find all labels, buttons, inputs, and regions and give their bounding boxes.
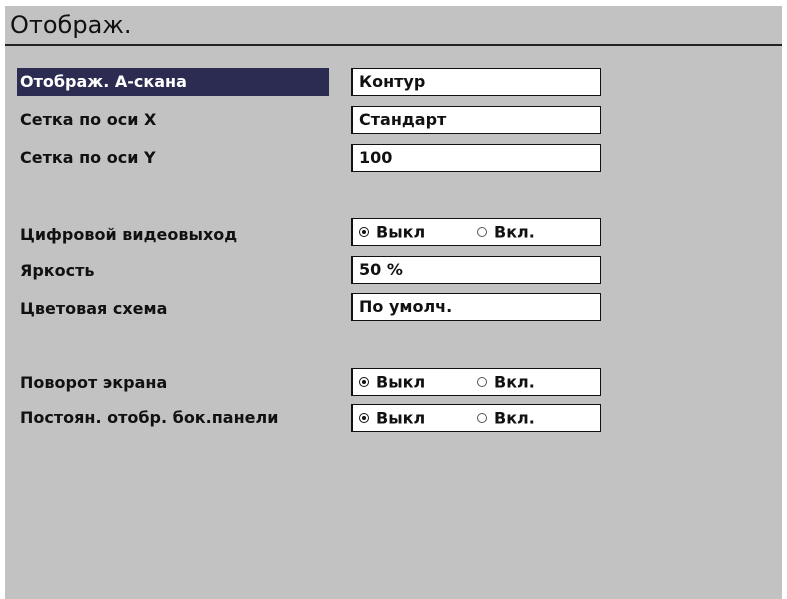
side-panel-always-on-label: Вкл. [494,408,535,428]
digital-video-out-off-label: Выкл [376,222,426,242]
radio-selected-icon [359,226,369,237]
screen-rotation-off-option[interactable]: Выкл [359,369,425,395]
side-panel-always-off-option[interactable]: Выкл [359,405,425,431]
radio-selected-icon [359,376,369,387]
radio-unselected-icon [477,226,487,237]
brightness-field[interactable]: 50 % [351,256,601,284]
digital-video-out-on-label: Вкл. [494,222,535,242]
ascan-display-field[interactable]: Контур [351,68,601,96]
screen-rotation-on-option[interactable]: Вкл. [477,369,535,395]
page-title: Отображ. [10,11,132,39]
radio-unselected-icon [477,376,487,387]
digital-video-out-on-option[interactable]: Вкл. [477,219,535,245]
y-grid-label[interactable]: Сетка по оси Y [17,144,329,172]
side-panel-always-label[interactable]: Постоян. отобр. бок.панели [17,404,329,432]
side-panel-always-on-option[interactable]: Вкл. [477,405,535,431]
x-grid-field[interactable]: Стандарт [351,106,601,134]
screen-rotation-radio-group: Выкл Вкл. [351,368,601,396]
y-grid-field[interactable]: 100 [351,144,601,172]
digital-video-out-radio-group: Выкл Вкл. [351,218,601,246]
radio-unselected-icon [477,412,487,423]
display-settings-screen: Отображ. Отображ. А-скана Контур Сетка п… [5,6,782,599]
radio-selected-icon [359,412,369,423]
screen-rotation-on-label: Вкл. [494,372,535,392]
color-scheme-label[interactable]: Цветовая схема [17,295,329,323]
screen-rotation-off-label: Выкл [376,372,426,392]
side-panel-always-off-label: Выкл [376,408,426,428]
brightness-label[interactable]: Яркость [17,257,329,285]
digital-video-out-off-option[interactable]: Выкл [359,219,425,245]
ascan-display-label[interactable]: Отображ. А-скана [17,68,329,96]
title-bar: Отображ. [5,6,782,46]
side-panel-always-radio-group: Выкл Вкл. [351,404,601,432]
screen-rotation-label[interactable]: Поворот экрана [17,369,329,397]
color-scheme-field[interactable]: По умолч. [351,293,601,321]
x-grid-label[interactable]: Сетка по оси X [17,106,329,134]
digital-video-out-label[interactable]: Цифровой видеовыход [17,221,329,249]
